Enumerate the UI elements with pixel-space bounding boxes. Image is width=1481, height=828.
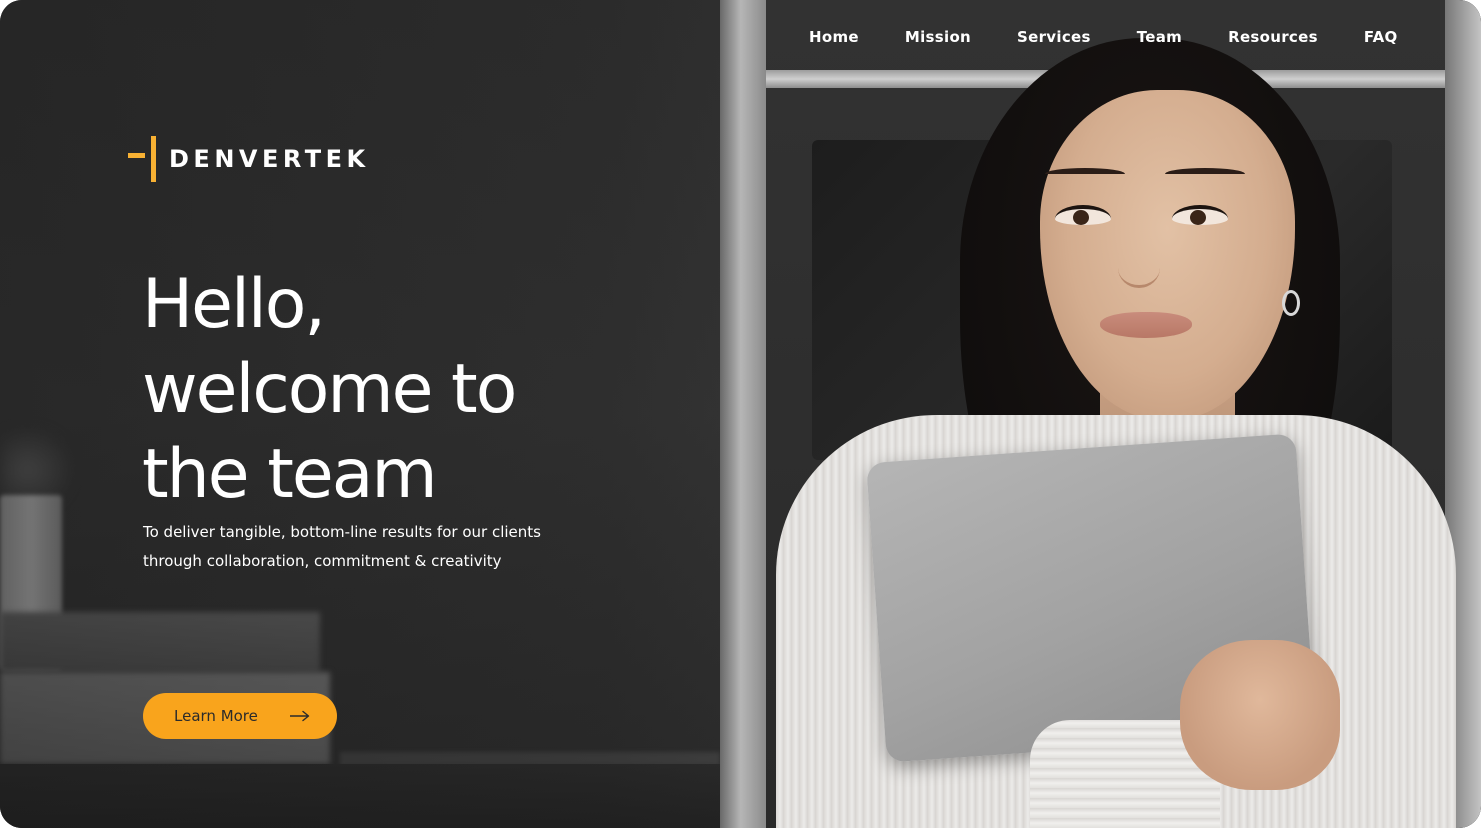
person-hand [1180, 640, 1340, 790]
person-eyebrow-right [1165, 168, 1245, 180]
nav-faq[interactable]: FAQ [1341, 27, 1421, 47]
main-nav: Home Mission Services Team Resources FAQ [786, 27, 1421, 47]
arrow-right-icon [289, 710, 310, 722]
person-lips [1100, 312, 1192, 338]
hero-headline-line-3: the team [142, 435, 438, 514]
person-eyebrow-left [1045, 168, 1125, 180]
logo-mark-icon [128, 136, 158, 182]
nav-resources[interactable]: Resources [1205, 27, 1341, 47]
learn-more-button[interactable]: Learn More [143, 693, 337, 739]
brand-name: DENVERTEK [169, 145, 370, 173]
hero-subtitle-line-1: To deliver tangible, bottom-line results… [143, 523, 541, 541]
person-earring [1282, 290, 1300, 316]
person-eye-right [1172, 205, 1228, 225]
nav-home[interactable]: Home [786, 27, 882, 47]
nav-mission[interactable]: Mission [882, 27, 994, 47]
learn-more-label: Learn More [174, 707, 258, 725]
hero-subtitle-line-2: through collaboration, commitment & crea… [143, 552, 502, 570]
hero-headline-line-1: Hello, [142, 265, 326, 344]
logo-mark-horizontal [128, 153, 145, 158]
hero-subtitle: To deliver tangible, bottom-line results… [143, 518, 603, 576]
brand-logo[interactable]: DENVERTEK [128, 136, 370, 182]
nav-services[interactable]: Services [994, 27, 1114, 47]
hero-headline-line-2: welcome to [142, 350, 517, 429]
person-nose [1118, 248, 1160, 288]
hero-section: Home Mission Services Team Resources FAQ… [0, 0, 1481, 828]
logo-mark-vertical [151, 136, 156, 182]
hero-headline: Hello, welcome to the team [142, 262, 642, 517]
nav-team[interactable]: Team [1114, 27, 1205, 47]
person-eye-left [1055, 205, 1111, 225]
